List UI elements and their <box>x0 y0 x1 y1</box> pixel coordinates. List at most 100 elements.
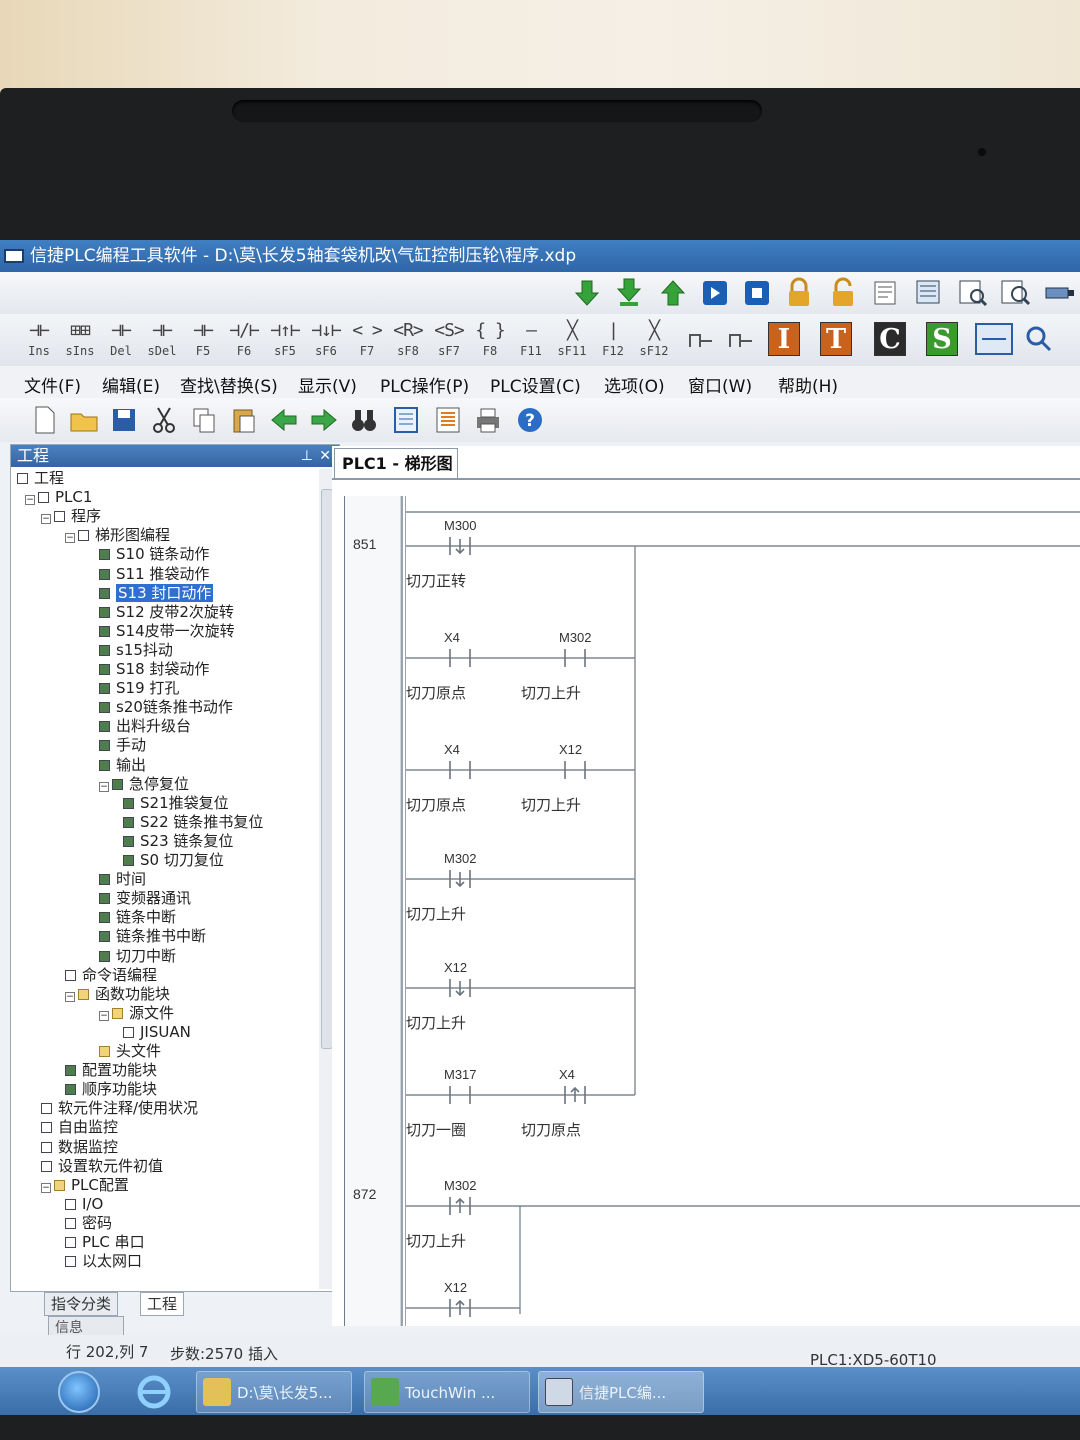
tree-node[interactable]: 手动 <box>99 736 146 755</box>
ladder-tool-sf8[interactable]: <R> sF8 <box>389 318 427 362</box>
taskbar-item-folder[interactable]: D:\莫\长发5... <box>196 1371 352 1413</box>
tree-node[interactable]: 命令语编程 <box>65 966 157 985</box>
tree-node[interactable]: 输出 <box>99 756 146 775</box>
run-icon[interactable] <box>698 276 732 310</box>
start-button[interactable] <box>58 1371 100 1413</box>
tree-node[interactable]: − 梯形图编程 <box>65 526 170 545</box>
tree-node[interactable]: − PLC1 <box>25 488 92 507</box>
collapse-icon[interactable]: − <box>25 495 35 506</box>
print-icon[interactable] <box>472 404 504 436</box>
ladder-tool-sf5[interactable]: ⊣↑⊢ sF5 <box>266 318 304 362</box>
tree-node[interactable]: 链条推书中断 <box>99 927 206 946</box>
collapse-icon[interactable]: − <box>65 991 75 1002</box>
taskbar-item-touchwin[interactable]: TouchWin ... <box>364 1371 530 1413</box>
block-select-icon[interactable] <box>974 320 1014 358</box>
tree-node[interactable]: 数据监控 <box>41 1138 118 1157</box>
tab-info[interactable]: 信息 <box>48 1316 124 1336</box>
zoom-monitor-icon[interactable] <box>998 276 1032 310</box>
lock-icon[interactable] <box>782 276 816 310</box>
forward-arrow-icon[interactable] <box>308 404 340 436</box>
table-icon[interactable] <box>684 323 718 357</box>
insert-s-button[interactable]: S <box>926 322 958 356</box>
find-monitor-icon[interactable] <box>956 276 990 310</box>
list-view-icon[interactable] <box>432 404 464 436</box>
tree-node[interactable]: 以太网口 <box>65 1252 142 1271</box>
ladder-view-icon[interactable] <box>390 404 422 436</box>
tree-node[interactable]: 自由监控 <box>41 1118 118 1137</box>
open-folder-icon[interactable] <box>68 404 100 436</box>
menu-item[interactable]: 帮助(H) <box>778 372 838 397</box>
collapse-icon[interactable]: − <box>99 781 109 792</box>
tree-node[interactable]: S22 链条推书复位 <box>123 813 263 832</box>
comm-icon[interactable] <box>1042 276 1076 310</box>
tree-node[interactable]: S19 打孔 <box>99 679 179 698</box>
collapse-icon[interactable]: − <box>99 1010 109 1021</box>
tree-node[interactable]: 头文件 <box>99 1042 161 1061</box>
tree-node[interactable]: S11 推袋动作 <box>99 565 209 584</box>
taskbar-item-xinje[interactable]: 信捷PLC编... <box>538 1371 704 1413</box>
ladder-tool-sf12[interactable]: ╳ sF12 <box>635 318 673 362</box>
monitor-icon[interactable] <box>912 276 946 310</box>
new-file-icon[interactable] <box>28 404 60 436</box>
tab-project[interactable]: 工程 <box>140 1292 185 1316</box>
ladder-tool-sf6[interactable]: ⊣↓⊢ sF6 <box>307 318 345 362</box>
tree-node[interactable]: S12 皮带2次旋转 <box>99 603 234 622</box>
tab-instruction-category[interactable]: 指令分类 <box>44 1292 119 1316</box>
download-icon[interactable] <box>570 276 604 310</box>
upload-icon[interactable] <box>656 276 690 310</box>
binoculars-icon[interactable] <box>348 404 380 436</box>
unlock-icon[interactable] <box>826 276 860 310</box>
insert-t-button[interactable]: T <box>820 322 852 356</box>
tree-node[interactable]: 软元件注释/使用状况 <box>41 1099 198 1118</box>
tree-node[interactable]: − 函数功能块 <box>65 985 170 1004</box>
menu-item[interactable]: 选项(O) <box>604 372 665 397</box>
tree-node[interactable]: − PLC配置 <box>41 1176 129 1195</box>
tree-node[interactable]: S14皮带一次旋转 <box>99 622 235 641</box>
ladder-tool-sf7[interactable]: <S> sF7 <box>430 318 468 362</box>
tree-node[interactable]: PLC 串口 <box>65 1233 145 1252</box>
menu-item[interactable]: 文件(F) <box>24 372 81 397</box>
ladder-tool-sf11[interactable]: ╳ sF11 <box>553 318 591 362</box>
ie-icon[interactable] <box>134 1373 174 1411</box>
menu-item[interactable]: 显示(V) <box>298 372 357 397</box>
menu-item[interactable]: PLC设置(C) <box>490 372 581 397</box>
ladder-tool-f6[interactable]: ⊣/⊢ F6 <box>225 318 263 362</box>
tree-node[interactable]: − 急停复位 <box>99 775 189 794</box>
tree-node[interactable]: 出料升级台 <box>99 717 191 736</box>
menu-item[interactable]: 查找\替换(S) <box>180 372 278 397</box>
tree-node[interactable]: JISUAN <box>123 1023 191 1042</box>
tree-node[interactable]: I/O <box>65 1195 103 1214</box>
delete-line-icon[interactable] <box>724 323 758 357</box>
tree-node[interactable]: S23 链条复位 <box>123 832 233 851</box>
save-icon[interactable] <box>108 404 140 436</box>
tab-ladder-diagram[interactable]: PLC1 - 梯形图 <box>334 448 458 478</box>
tree-node[interactable]: 链条中断 <box>99 908 176 927</box>
tree-node[interactable]: − 源文件 <box>99 1004 174 1023</box>
help-icon[interactable]: ? <box>514 404 546 436</box>
tree-node[interactable]: 配置功能块 <box>65 1061 157 1080</box>
tree-node[interactable]: 工程 <box>17 469 64 488</box>
tree-node[interactable]: 密码 <box>65 1214 112 1233</box>
tree-node[interactable]: S13 封口动作 <box>99 583 214 603</box>
back-arrow-icon[interactable] <box>268 404 300 436</box>
ladder-tool-sins[interactable]: ⊞⊞ sIns <box>61 318 99 362</box>
tree-node[interactable]: s20链条推书动作 <box>99 698 233 717</box>
tree-node[interactable]: s15抖动 <box>99 641 173 660</box>
compile-icon[interactable] <box>868 276 902 310</box>
tree-node[interactable]: 设置软元件初值 <box>41 1157 163 1176</box>
tree-node[interactable]: 切刀中断 <box>99 947 176 966</box>
collapse-icon[interactable]: − <box>41 514 51 525</box>
menu-item[interactable]: PLC操作(P) <box>380 372 469 397</box>
zoom-in-icon[interactable] <box>1024 324 1054 354</box>
tree-node[interactable]: 时间 <box>99 870 146 889</box>
menu-item[interactable]: 编辑(E) <box>102 372 160 397</box>
tree-node[interactable]: S21推袋复位 <box>123 794 229 813</box>
insert-i-button[interactable]: I <box>768 322 800 356</box>
ladder-tool-f12[interactable]: | F12 <box>594 318 632 362</box>
ladder-tool-f8[interactable]: { } F8 <box>471 318 509 362</box>
tree-node[interactable]: S0 切刀复位 <box>123 851 224 870</box>
tree-node[interactable]: − 程序 <box>41 507 101 526</box>
insert-c-button[interactable]: C <box>874 322 906 356</box>
cut-icon[interactable] <box>148 404 180 436</box>
copy-icon[interactable] <box>188 404 220 436</box>
